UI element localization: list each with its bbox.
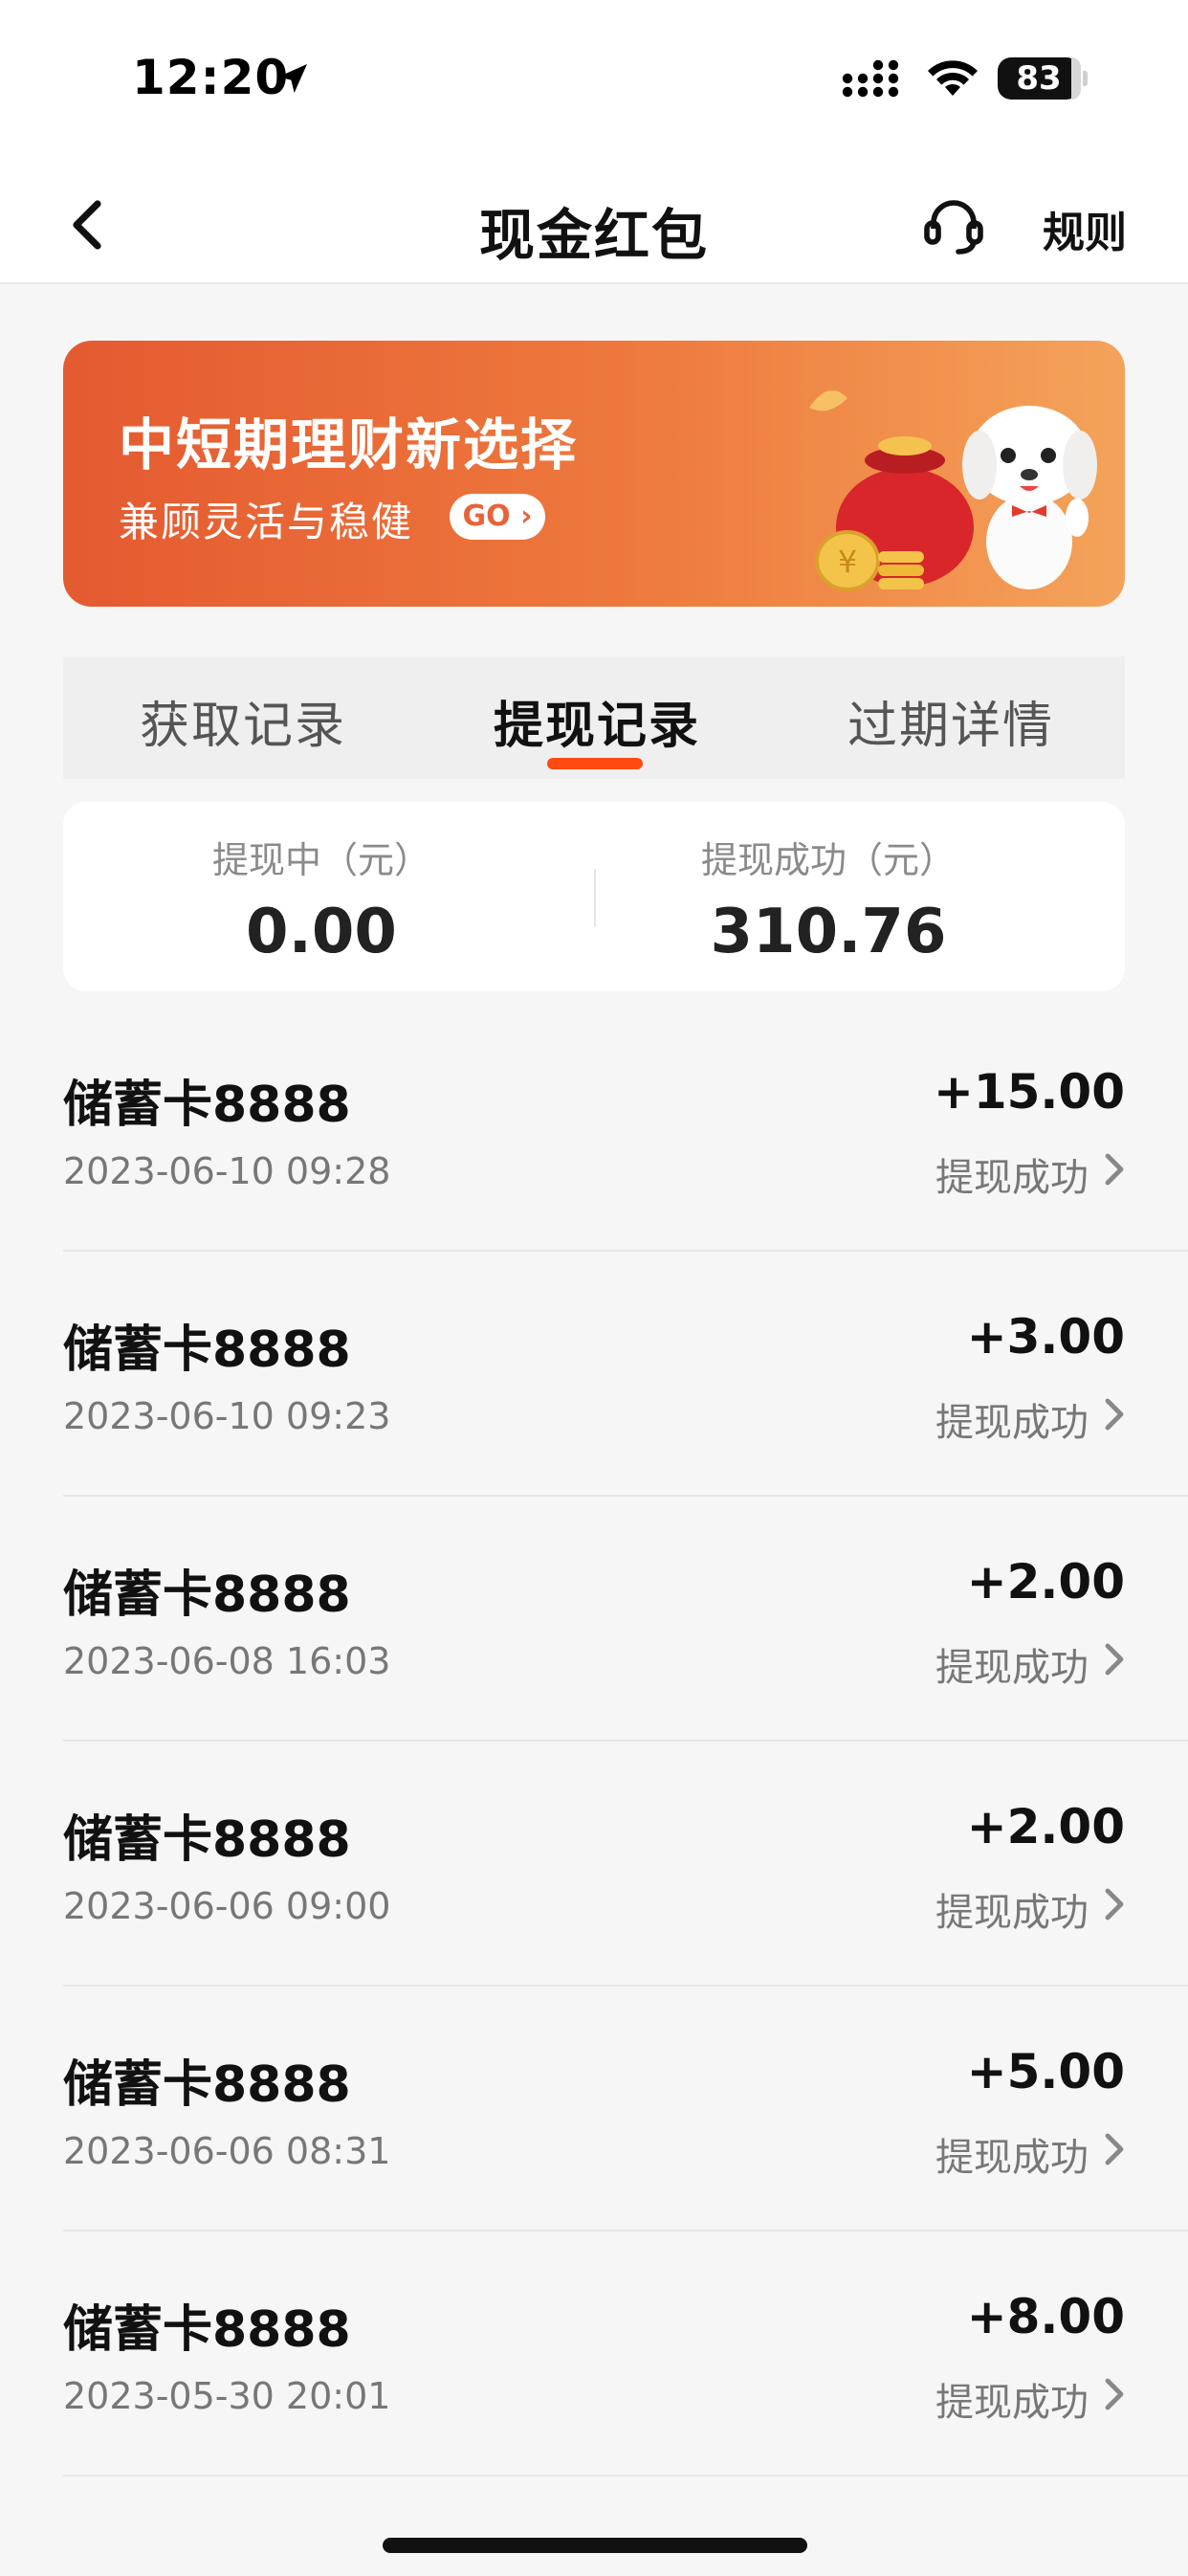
record-status: 提现成功 [935, 1891, 1089, 1935]
status-bar: 12:20 83 [0, 0, 1188, 158]
chevron-right-icon [1105, 2378, 1124, 2410]
pending-summary: 提现中（元） 0.00 [73, 831, 570, 967]
record-time: 2023-06-10 09:23 [63, 1395, 391, 1437]
list-item[interactable]: 储蓄卡8888 2023-06-08 16:03 +2.00 提现成功 [0, 1497, 1188, 1742]
record-amount: +8.00 [966, 2289, 1125, 2344]
record-time: 2023-05-30 20:01 [63, 2375, 391, 2417]
record-time: 2023-06-08 16:03 [63, 1640, 391, 1682]
location-arrow-icon [278, 64, 307, 93]
list-item[interactable]: 储蓄卡8888 2023-06-10 09:28 +15.00 提现成功 [0, 1007, 1188, 1252]
record-amount: +3.00 [966, 1309, 1125, 1365]
list-item[interactable]: 储蓄卡8888 2023-06-10 09:23 +3.00 提现成功 [0, 1252, 1188, 1497]
success-label: 提现成功（元） [700, 839, 956, 881]
wifi-icon [928, 60, 978, 96]
chevron-right-icon [1105, 1643, 1124, 1676]
banner-title: 中短期理财新选择 [119, 412, 579, 477]
pending-value: 0.00 [246, 897, 397, 967]
chevron-right-icon [1105, 1888, 1124, 1921]
active-tab-indicator [547, 758, 643, 769]
withdraw-record-list: 储蓄卡8888 2023-06-10 09:28 +15.00 提现成功 储蓄卡… [0, 1007, 1188, 2476]
record-time: 2023-06-06 08:31 [63, 2130, 391, 2172]
row-divider [63, 2475, 1188, 2476]
success-summary: 提现成功（元） 310.76 [580, 831, 1077, 967]
status-time: 12:20 [132, 50, 290, 105]
pending-label: 提现中（元） [211, 839, 430, 881]
battery-empty-segment [1071, 57, 1081, 100]
record-status: 提现成功 [935, 1401, 1089, 1445]
page-title: 现金红包 [478, 203, 709, 268]
tab-withdraw-records[interactable]: 提现记录 [494, 685, 700, 757]
home-indicator[interactable] [383, 2538, 807, 2553]
rules-link[interactable]: 规则 [1043, 198, 1127, 259]
list-item[interactable]: 储蓄卡8888 2023-05-30 20:01 +8.00 提现成功 [0, 2232, 1188, 2476]
withdraw-summary-card: 提现中（元） 0.00 提现成功（元） 310.76 [63, 802, 1125, 991]
banner-subtitle: 兼顾灵活与稳健 [119, 499, 414, 545]
headset-icon[interactable] [922, 196, 985, 255]
record-account: 储蓄卡8888 [63, 1321, 351, 1379]
list-item[interactable]: 储蓄卡8888 2023-06-06 09:00 +2.00 提现成功 [0, 1742, 1188, 1987]
record-amount: +5.00 [966, 2044, 1125, 2099]
chevron-right-icon [1105, 2133, 1124, 2165]
record-status: 提现成功 [935, 1646, 1089, 1690]
record-time: 2023-06-06 09:00 [63, 1885, 391, 1927]
chevron-right-icon [1105, 1153, 1124, 1186]
svg-text:¥: ¥ [838, 544, 857, 580]
promo-banner[interactable]: 中短期理财新选择 兼顾灵活与稳健 GO › ¥ [63, 341, 1125, 607]
nav-bar: 现金红包 规则 [0, 158, 1188, 284]
chevron-right-icon [1105, 1398, 1124, 1431]
go-button[interactable]: GO › [450, 494, 545, 540]
record-account: 储蓄卡8888 [63, 2301, 351, 2359]
record-time: 2023-06-10 09:28 [63, 1150, 391, 1192]
record-account: 储蓄卡8888 [63, 1811, 351, 1869]
tab-earn-records[interactable]: 获取记录 [140, 685, 346, 757]
record-status: 提现成功 [935, 2136, 1089, 2180]
record-status: 提现成功 [935, 1156, 1089, 1200]
record-amount: +2.00 [966, 1554, 1125, 1610]
list-item[interactable]: 储蓄卡8888 2023-06-06 08:31 +5.00 提现成功 [0, 1987, 1188, 2232]
record-tabs: 获取记录 提现记录 过期详情 [63, 656, 1125, 779]
mascot-illustration: ¥ [809, 390, 1097, 591]
record-account: 储蓄卡8888 [63, 1566, 351, 1624]
signal-icon [842, 59, 899, 98]
success-value: 310.76 [710, 897, 947, 967]
record-amount: +15.00 [933, 1064, 1125, 1120]
battery-nub [1083, 71, 1088, 86]
record-account: 储蓄卡8888 [63, 2056, 351, 2114]
record-status: 提现成功 [935, 2381, 1089, 2425]
record-amount: +2.00 [966, 1799, 1125, 1854]
tab-expired-details[interactable]: 过期详情 [847, 685, 1054, 757]
record-account: 储蓄卡8888 [63, 1077, 351, 1134]
battery-icon: 83 [998, 57, 1080, 100]
